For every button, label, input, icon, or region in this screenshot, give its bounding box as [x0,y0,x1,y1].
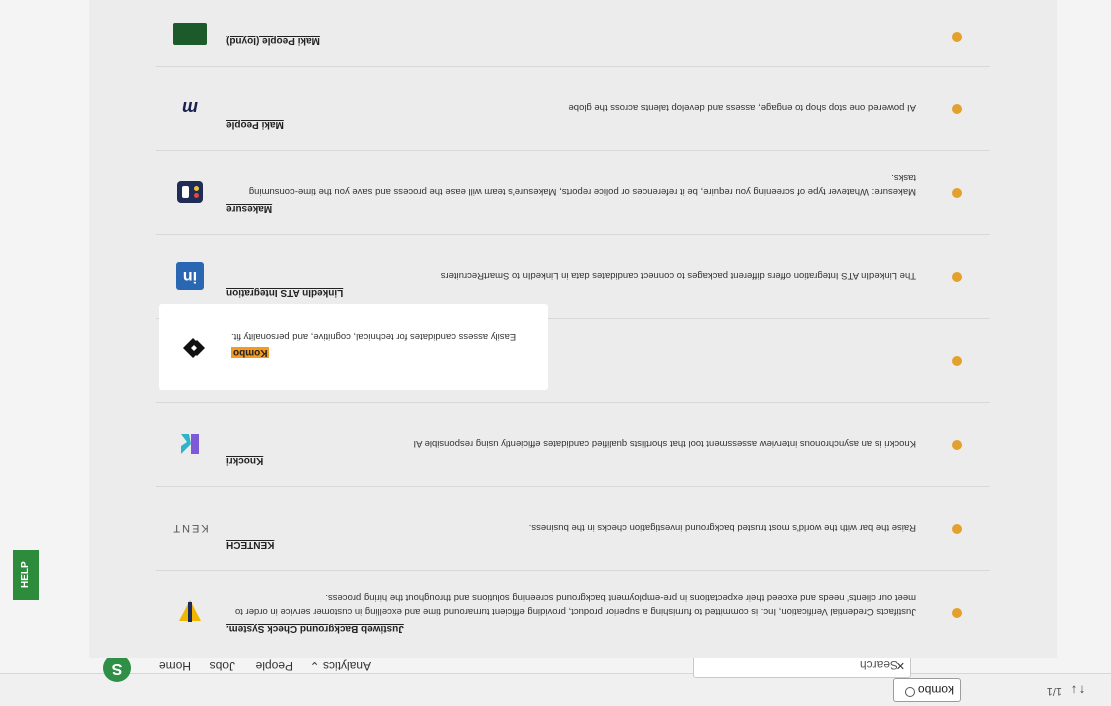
row-description: Makesure: Whatever type of screening you… [248,172,916,197]
maki-people-ioynd-logo [172,16,208,52]
status-dot [952,608,962,618]
row-description: The LinkedIn ATS Integration offers diff… [440,270,916,281]
row-description: Raise the bar with the world's most trus… [528,522,916,533]
kentech-logo: KENT [171,522,209,534]
close-icon[interactable]: ✕ [893,659,905,672]
row-title[interactable]: Kombo [231,347,270,358]
row-title[interactable]: LinkedIn ATS Integration [226,287,343,298]
row-description: Easily assess candidates for technical, … [231,331,517,342]
kombo-logo [175,330,211,366]
list-item-kentech[interactable]: KENT KENTECH Raise the bar with the worl… [156,486,990,570]
list-item-maki-people-ioynd[interactable]: Maki People (Ioynd) [156,0,990,66]
row-description: Justifacts Credential Verification, Inc.… [235,592,916,617]
status-dot [952,272,962,282]
row-title[interactable]: Maki People [226,119,284,130]
status-dot [952,356,962,366]
makesure-logo [172,174,208,210]
nav-item-jobs[interactable]: Jobs [210,659,235,673]
list-item-maki-people[interactable]: m Maki People AI powered one stop shop t… [156,66,990,150]
row-title[interactable]: Justiweb Background Check System. [226,623,404,634]
app-viewport: ↑ ↓ 1/1 kombo S Home Jobs People Analyti… [0,0,1111,706]
row-title[interactable]: Makesure [226,203,272,214]
list-item-makesure[interactable]: Makesure Makesure: Whatever type of scre… [156,150,990,234]
row-description: AI powered one stop shop to engage, asse… [568,102,916,113]
status-dot [952,524,962,534]
justifacts-logo [172,594,208,630]
status-dot [952,32,962,42]
status-dot [952,188,962,198]
linkedin-logo: in [172,258,208,294]
app-logo[interactable]: S [103,654,131,682]
maki-people-logo: m [182,98,199,119]
nav-item-people[interactable]: People [256,659,293,673]
list-item-knockri[interactable]: Knockri Knockri is an asynchronous inter… [156,402,990,486]
row-title[interactable]: Knockri [226,455,263,466]
list-item-justiweb[interactable]: Justiweb Background Check System. Justif… [156,570,990,654]
nav-item-home[interactable]: Home [159,659,191,673]
status-dot [952,104,962,114]
kombo-highlight-card[interactable]: Kombo Easily assess candidates for techn… [159,304,548,390]
knockri-logo [172,426,208,462]
help-tab[interactable]: HELP [13,550,39,600]
nav-item-analytics[interactable]: Analytics ⌄ [310,659,371,673]
row-description: Knockri is an asynchronous interview ass… [413,438,916,449]
row-title[interactable]: Maki People (Ioynd) [226,35,320,46]
status-dot [952,440,962,450]
row-title[interactable]: KENTECH [226,539,274,550]
